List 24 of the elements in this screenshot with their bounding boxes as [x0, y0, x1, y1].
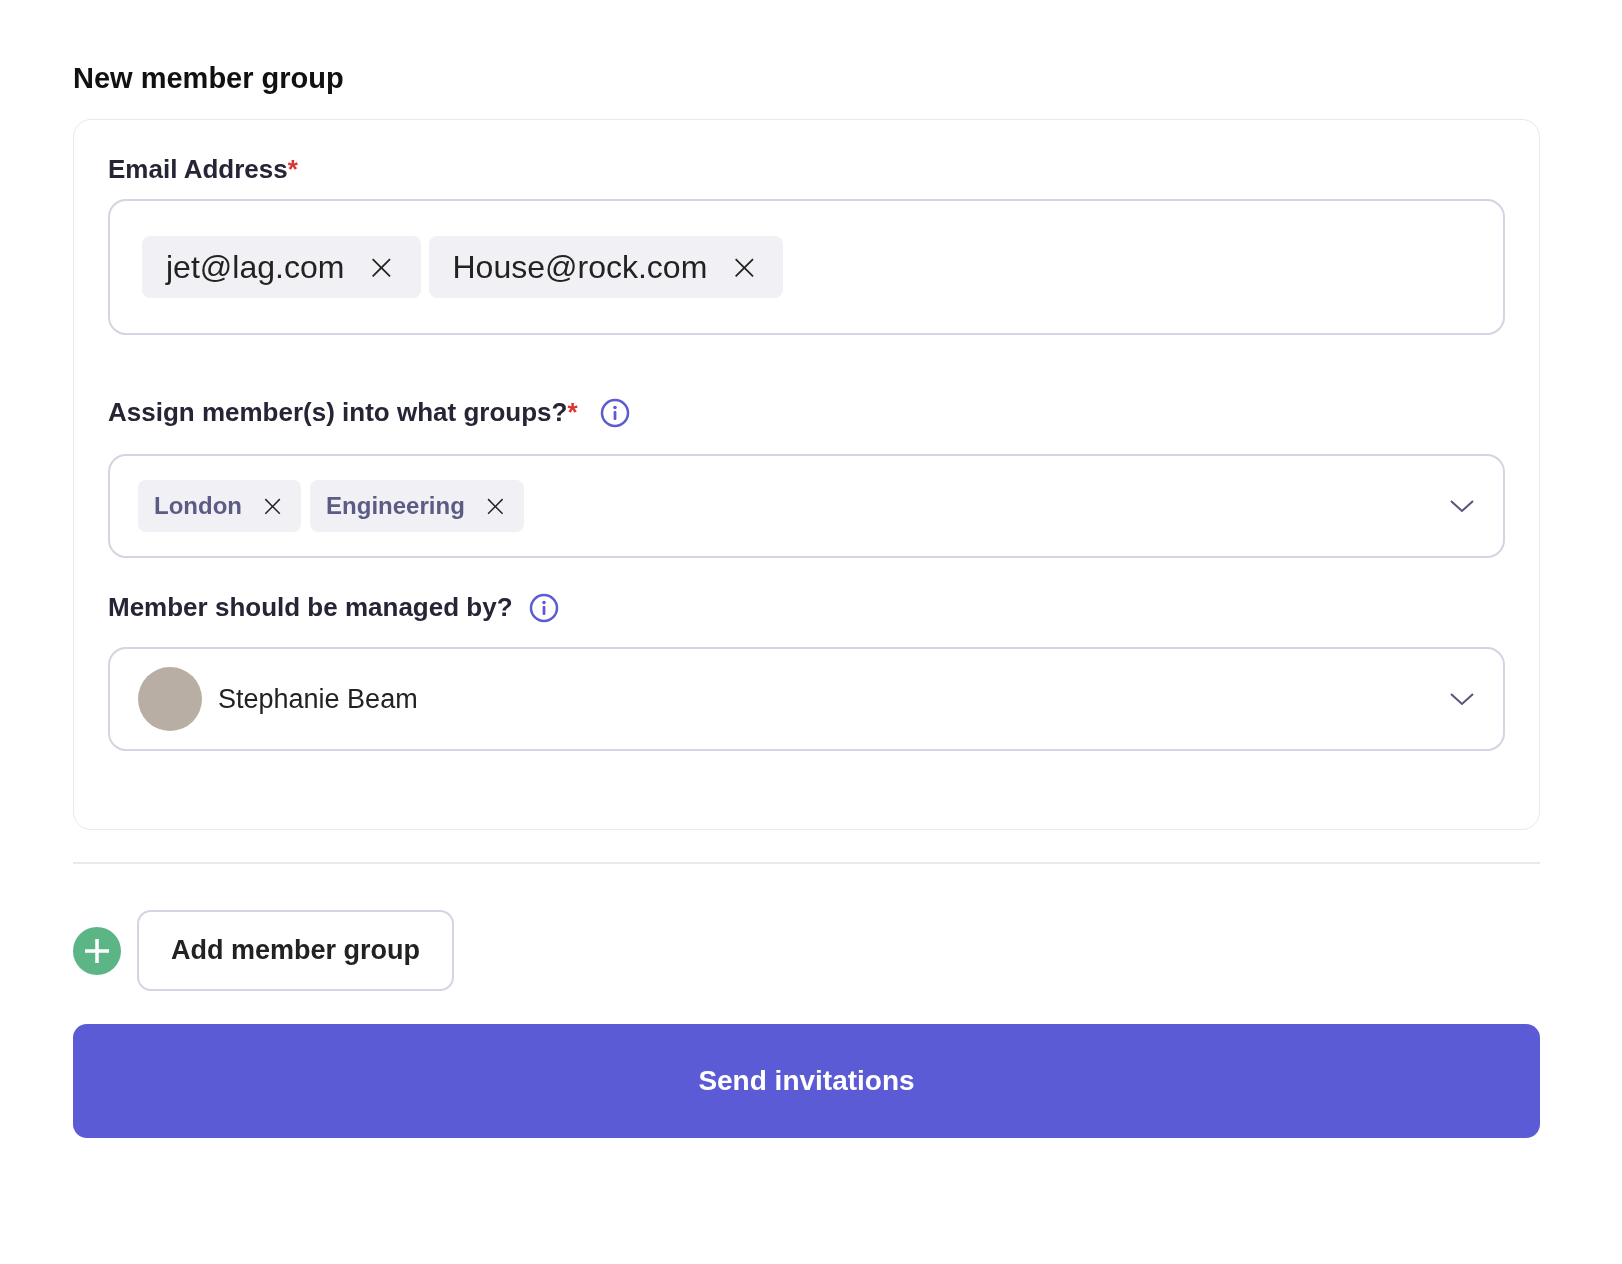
- remove-button[interactable]: ×: [729, 249, 760, 285]
- email-input-field[interactable]: jet@lag.com × House@rock.com ×: [108, 199, 1505, 335]
- chip-text: London: [154, 492, 242, 520]
- required-mark: *: [287, 154, 298, 185]
- required-mark: *: [567, 397, 578, 428]
- manager-select-field[interactable]: Stephanie Beam: [108, 647, 1505, 751]
- form-title: New member group: [73, 62, 345, 95]
- chevron-down-icon[interactable]: [1449, 498, 1475, 514]
- send-invitations-button[interactable]: Send invitations: [73, 1024, 1540, 1138]
- remove-button[interactable]: ×: [366, 249, 397, 285]
- field-label: Member should be managed by?: [108, 592, 513, 623]
- remove-button[interactable]: ×: [482, 491, 508, 521]
- selected-value: Stephanie Beam: [218, 683, 418, 715]
- info-icon[interactable]: [528, 592, 559, 623]
- chip-text: jet@lag.com: [166, 248, 345, 286]
- info-icon[interactable]: [599, 397, 630, 428]
- group-select-field[interactable]: London × Engineering ×: [108, 454, 1505, 558]
- add-member-group-button[interactable]: Add member group: [137, 910, 454, 991]
- chip-text: House@rock.com: [452, 248, 708, 286]
- field-label: Email Address: [108, 154, 288, 185]
- field-label: Assign member(s) into what groups?: [108, 397, 568, 428]
- chevron-down-icon[interactable]: [1449, 691, 1475, 707]
- chip-text: Engineering: [326, 492, 465, 520]
- remove-button[interactable]: ×: [259, 491, 286, 521]
